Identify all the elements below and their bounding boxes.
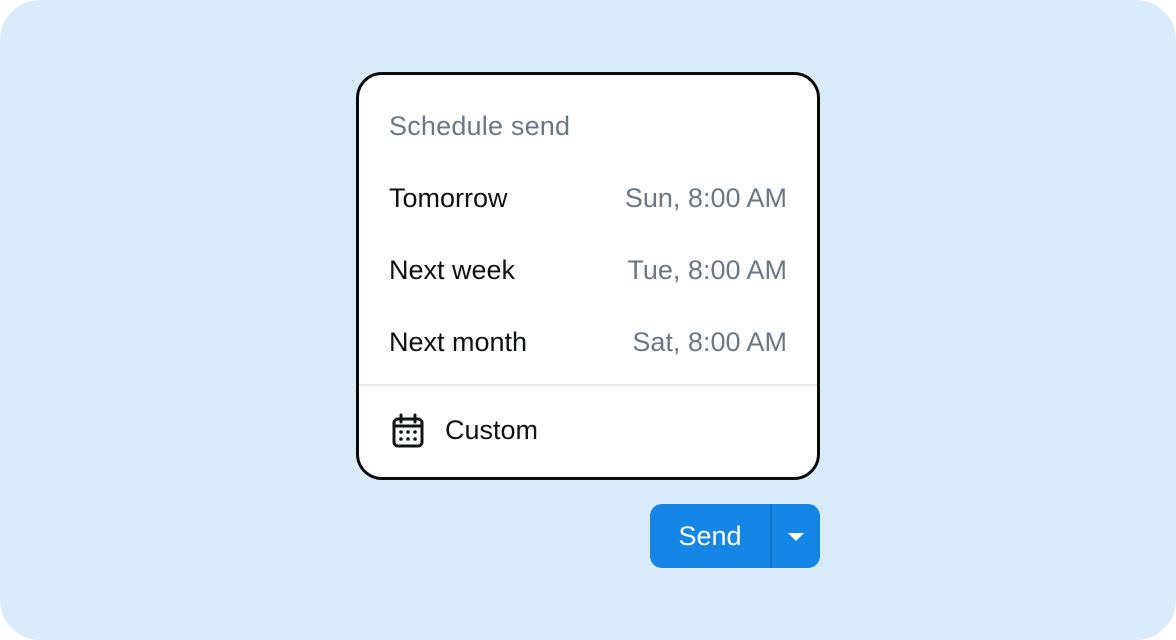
schedule-send-menu: Schedule send Tomorrow Sun, 8:00 AM Next…	[356, 72, 820, 480]
send-options-button[interactable]	[772, 504, 820, 568]
menu-item-next-month[interactable]: Next month Sat, 8:00 AM	[359, 313, 817, 373]
app-background: Schedule send Tomorrow Sun, 8:00 AM Next…	[0, 0, 1176, 640]
menu-item-time: Sun, 8:00 AM	[624, 183, 787, 213]
menu-item-tomorrow[interactable]: Tomorrow Sun, 8:00 AM	[359, 169, 817, 229]
send-split-button: Send	[650, 504, 820, 568]
menu-item-label: Next month	[389, 327, 528, 357]
menu-item-label: Custom	[445, 415, 539, 445]
menu-item-label: Tomorrow	[389, 183, 508, 213]
menu-item-label: Next week	[389, 255, 516, 285]
send-button[interactable]: Send	[650, 504, 770, 568]
caret-down-icon	[788, 533, 804, 541]
menu-divider	[359, 384, 817, 386]
menu-item-custom[interactable]: Custom	[359, 401, 817, 461]
menu-item-time: Tue, 8:00 AM	[627, 255, 787, 285]
calendar-icon	[392, 413, 424, 448]
menu-item-next-week[interactable]: Next week Tue, 8:00 AM	[359, 241, 817, 301]
menu-item-time: Sat, 8:00 AM	[632, 327, 787, 357]
menu-title: Schedule send	[389, 111, 571, 141]
